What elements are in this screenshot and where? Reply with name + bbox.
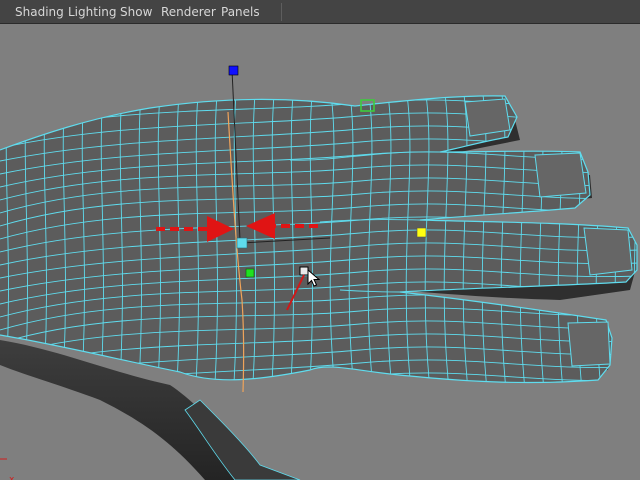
menu-panels[interactable]: Panels	[221, 4, 260, 20]
hand-mesh[interactable]	[0, 95, 640, 480]
menu-shading[interactable]: Shading	[15, 4, 64, 20]
manipulator-handle-blue[interactable]	[228, 65, 239, 76]
fingernail-1	[464, 98, 511, 137]
manipulator-handle-cyan[interactable]	[236, 237, 248, 249]
fingernail-4	[567, 321, 611, 367]
menu-lighting[interactable]: Lighting	[68, 4, 117, 20]
manipulator-handle-yellow[interactable]	[416, 227, 427, 238]
fingernail-3	[583, 227, 633, 276]
menu-renderer[interactable]: Renderer	[161, 4, 216, 20]
fingernail-2	[534, 152, 587, 198]
menu-show[interactable]: Show	[120, 4, 152, 20]
manipulator-handle-green[interactable]	[245, 268, 255, 278]
3d-viewport[interactable]: sp x	[0, 24, 640, 480]
manipulator-handle-white[interactable]	[299, 266, 309, 276]
axis-x-label: x	[9, 475, 15, 480]
panel-menubar: Shading Lighting Show Renderer Panels	[0, 0, 640, 24]
menubar-divider	[281, 3, 282, 21]
maya-panel: Shading Lighting Show Renderer Panels x	[0, 0, 640, 480]
